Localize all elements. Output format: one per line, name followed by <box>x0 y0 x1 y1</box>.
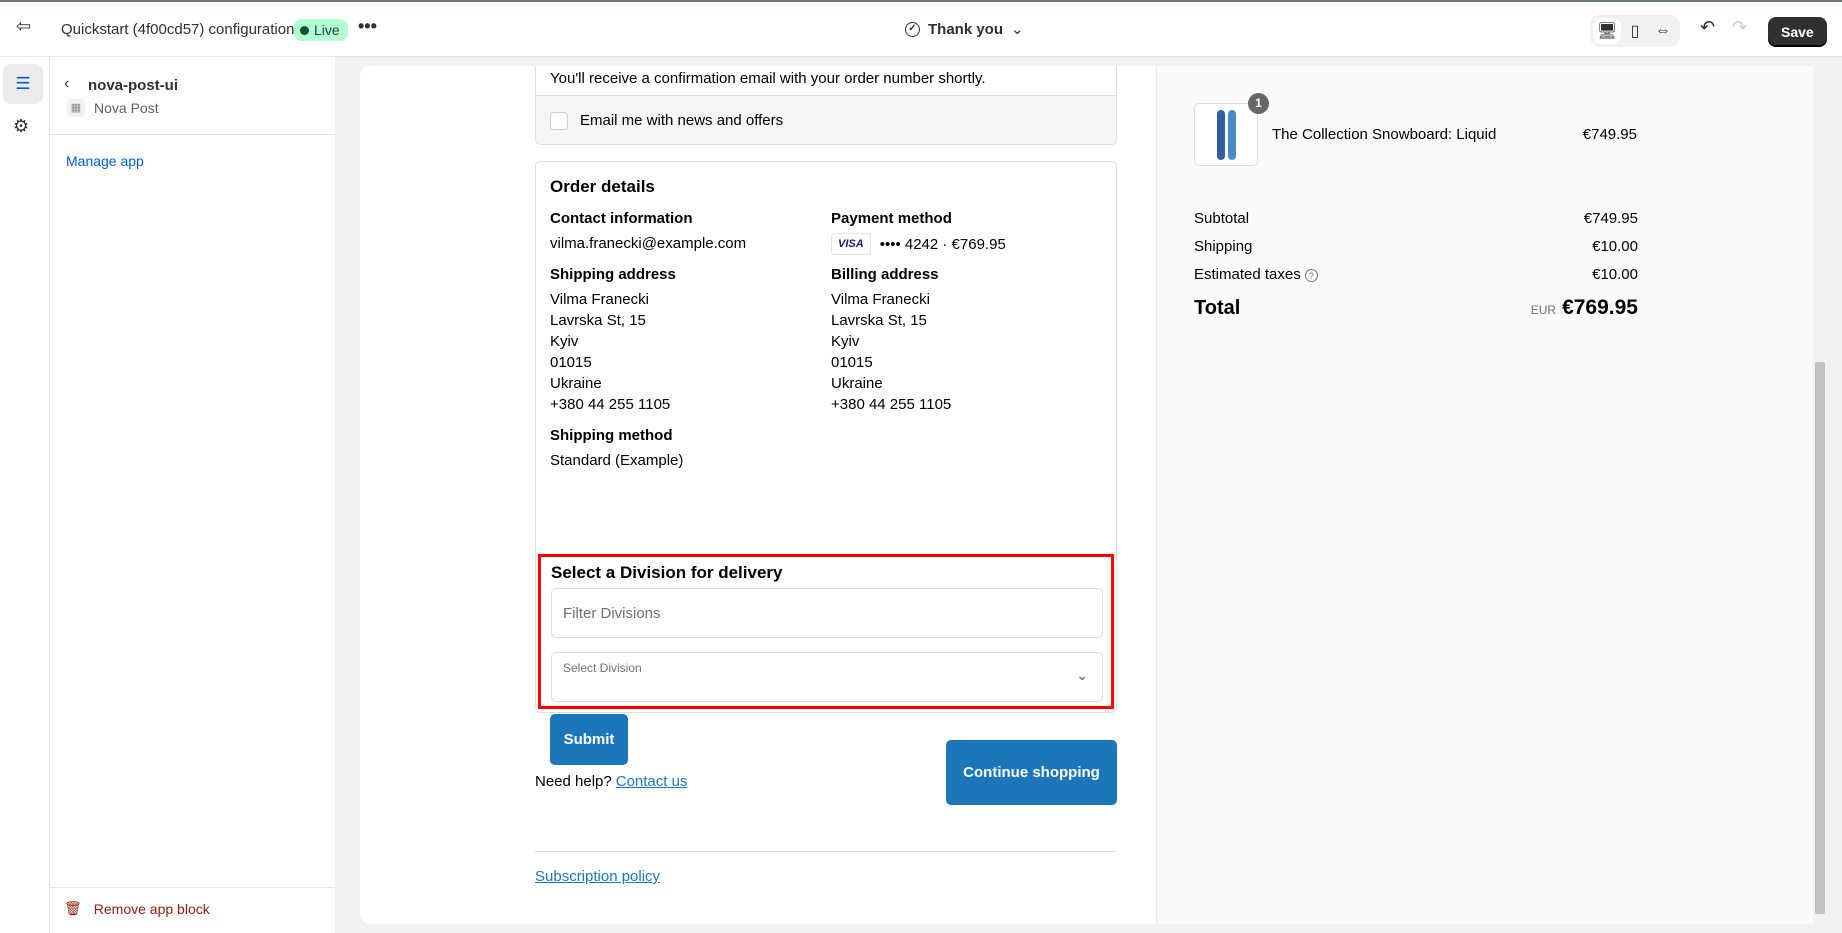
order-details-title: Order details <box>550 177 655 196</box>
left-column: Contact information vilma.franecki@examp… <box>550 210 820 471</box>
redo-icon[interactable]: ↷ <box>1732 17 1747 38</box>
order-summary: 1 The Collection Snowboard: Liquid €749.… <box>1156 66 1827 924</box>
address-line: Vilma Franecki <box>831 291 930 308</box>
product-name: The Collection Snowboard: Liquid <box>1272 126 1497 143</box>
billing-address: Vilma Franecki Lavrska St, 15 Kyiv 01015… <box>831 289 1101 415</box>
totals: Subtotal €749.95 Shipping €10.00 Estimated… <box>1194 210 1638 320</box>
help-text: Need help? <box>535 773 612 790</box>
select-division-dropdown[interactable]: Select Division ⌄ <box>551 652 1103 702</box>
address-line: Lavrska St, 15 <box>550 312 646 329</box>
payment-label: Payment method <box>831 210 952 227</box>
contact-email: vilma.franecki@example.com <box>550 235 747 252</box>
app-source: Nova Post <box>94 100 159 116</box>
currency-code: EUR <box>1530 303 1557 317</box>
save-button[interactable]: Save <box>1768 17 1827 47</box>
remove-app-block-button[interactable]: 🗑 Remove app block <box>64 900 210 917</box>
help-circle-icon[interactable]: ? <box>1304 269 1318 282</box>
division-title: Select a Division for delivery <box>551 563 783 582</box>
manage-app-link[interactable]: Manage app <box>66 153 144 169</box>
check-circle-icon: ✓ <box>905 21 920 37</box>
card-summary: •••• 4242 · €769.95 <box>879 235 1006 253</box>
top-bar: ⇦ Quickstart (4f00cd57) configuration Li… <box>0 0 1842 57</box>
preview-scrollbar[interactable] <box>1813 66 1827 924</box>
scrollbar-thumb[interactable] <box>1815 362 1825 914</box>
billing-address-label: Billing address <box>831 266 939 283</box>
continue-shopping-button[interactable]: Continue shopping <box>946 740 1117 805</box>
shipping-value: €10.00 <box>1592 238 1638 255</box>
subtotal-row: Subtotal €749.95 <box>1194 210 1638 238</box>
address-line: Kyiv <box>550 333 579 350</box>
more-actions-icon[interactable]: ••• <box>358 16 377 37</box>
undo-icon[interactable]: ↶ <box>1700 17 1715 38</box>
shipping-row: Shipping €10.00 <box>1194 238 1638 266</box>
trash-icon: 🗑 <box>64 900 82 916</box>
theme-title: Quickstart (4f00cd57) configuration <box>61 21 295 38</box>
total-label: Total <box>1194 297 1241 319</box>
subscription-policy-link[interactable]: Subscription policy <box>535 868 660 885</box>
newsletter-checkbox-row[interactable]: Email me with news and offers <box>536 96 1116 145</box>
address-line: Vilma Franecki <box>550 291 649 308</box>
app-icon: ▦ <box>67 99 85 117</box>
contact-us-link[interactable]: Contact us <box>616 773 688 790</box>
exit-icon[interactable]: ⇦ <box>16 16 31 37</box>
status-text: Live <box>314 22 340 38</box>
page-selector[interactable]: ✓ Thank you ⌄ <box>905 20 1024 38</box>
app-block-name: nova-post-ui <box>88 77 178 94</box>
shipping-address-label: Shipping address <box>550 266 676 283</box>
address-line: +380 44 255 1105 <box>831 396 952 413</box>
address-line: Lavrska St, 15 <box>831 312 927 329</box>
sections-icon[interactable]: ☰ <box>3 64 43 104</box>
preview-frame: You'll receive a confirmation email with… <box>360 66 1827 924</box>
address-line: Kyiv <box>831 333 860 350</box>
total-value: €769.95 <box>1562 296 1638 319</box>
help-row: Need help? Contact us <box>535 773 687 790</box>
address-line: +380 44 255 1105 <box>550 396 671 413</box>
newsletter-label: Email me with news and offers <box>580 112 784 129</box>
mobile-icon[interactable]: ▯ <box>1621 18 1649 44</box>
product-thumbnail <box>1194 103 1258 166</box>
subtotal-label: Subtotal <box>1194 210 1250 227</box>
shipping-label: Shipping <box>1194 238 1253 255</box>
right-column: Payment method VISA •••• 4242 · €769.95 … <box>831 210 1101 415</box>
preview-mode-toggle: 🖥 ▯ ⇔ <box>1590 15 1680 47</box>
product-price: €749.95 <box>1582 126 1637 143</box>
confirmation-text: You'll receive a confirmation email with… <box>550 70 986 87</box>
shipping-method-label: Shipping method <box>550 427 673 444</box>
status-badge: Live <box>294 19 348 41</box>
address-line: 01015 <box>831 354 873 371</box>
address-line: 01015 <box>550 354 592 371</box>
address-line: Ukraine <box>831 375 883 392</box>
email-confirmation-box: You'll receive a confirmation email with… <box>535 66 1117 145</box>
payment-method: VISA •••• 4242 · €769.95 <box>831 233 1101 255</box>
fullwidth-icon[interactable]: ⇔ <box>1649 18 1677 44</box>
select-division-label: Select Division <box>563 661 642 675</box>
taxes-label: Estimated taxes <box>1194 266 1301 283</box>
back-chevron-icon[interactable]: ‹ <box>64 75 69 93</box>
desktop-icon[interactable]: 🖥 <box>1593 18 1621 44</box>
submit-button[interactable]: Submit <box>550 714 628 765</box>
taxes-value: €10.00 <box>1592 266 1638 283</box>
chevron-down-icon: ⌄ <box>1011 21 1024 38</box>
contact-label: Contact information <box>550 210 693 227</box>
subtotal-value: €749.95 <box>1583 210 1638 227</box>
total-row: Total EUR €769.95 <box>1194 296 1638 320</box>
icon-rail: ☰ ⚙ <box>0 57 50 933</box>
order-details-box: Order details Contact information vilma.… <box>535 161 1117 765</box>
division-selector-highlight: Select a Division for delivery Filter Di… <box>538 554 1114 709</box>
sidebar-scrollbar[interactable] <box>335 57 350 933</box>
visa-card-icon: VISA <box>831 233 871 255</box>
filter-divisions-input[interactable]: Filter Divisions <box>551 588 1103 638</box>
address-line: Ukraine <box>550 375 602 392</box>
settings-gear-icon[interactable]: ⚙ <box>13 116 29 137</box>
quantity-badge: 1 <box>1248 93 1269 114</box>
remove-label: Remove app block <box>93 900 210 917</box>
shipping-address: Vilma Franecki Lavrska St, 15 Kyiv 01015… <box>550 289 820 415</box>
shipping-method: Standard (Example) <box>550 452 684 469</box>
newsletter-checkbox[interactable] <box>550 111 568 130</box>
chevron-down-icon: ⌄ <box>1076 667 1088 683</box>
taxes-row: Estimated taxes ? €10.00 <box>1194 266 1638 294</box>
sidebar-panel: ‹ nova-post-ui ▦ Nova Post Manage app 🗑 … <box>50 57 335 933</box>
page-selector-label: Thank you <box>928 20 1004 38</box>
